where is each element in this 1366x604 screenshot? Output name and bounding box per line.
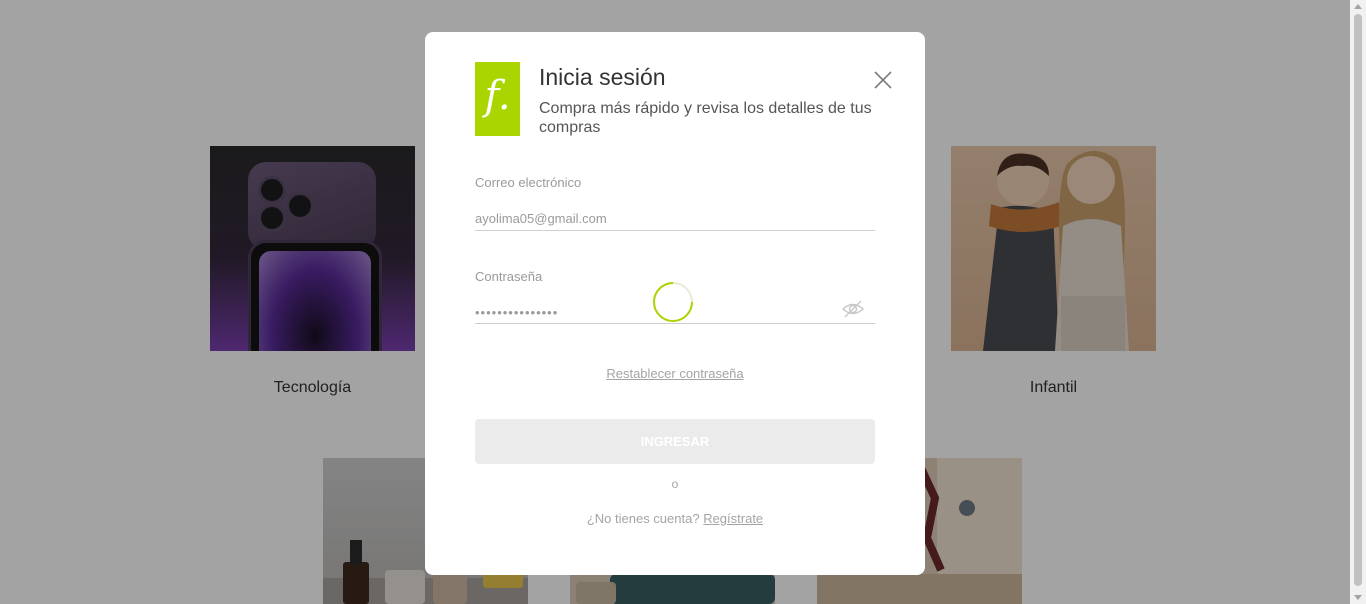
email-label: Correo electrónico: [475, 175, 582, 190]
scroll-up-arrow-icon[interactable]: [1354, 4, 1362, 9]
login-modal: f. Inicia sesión Compra más rápido y rev…: [425, 32, 925, 575]
password-value: •••••••••••••••: [475, 305, 559, 320]
modal-title: Inicia sesión: [539, 64, 666, 90]
email-field[interactable]: [475, 206, 875, 231]
signup-prompt: ¿No tienes cuenta?: [586, 511, 700, 526]
reset-password-row: Restablecer contraseña: [425, 365, 925, 383]
signup-link[interactable]: Regístrate: [703, 511, 763, 526]
login-button[interactable]: INGRESAR: [475, 419, 875, 464]
scroll-down-arrow-icon[interactable]: [1354, 595, 1362, 600]
modal-subtitle: Compra más rápido y revisa los detalles …: [539, 100, 872, 136]
brand-logo-mark: f.: [484, 73, 511, 119]
close-icon[interactable]: [871, 68, 895, 92]
reset-password-link[interactable]: Restablecer contraseña: [606, 366, 743, 381]
password-label: Contraseña: [475, 269, 543, 284]
or-separator: o: [671, 477, 679, 491]
loading-spinner-icon: [653, 282, 693, 322]
eye-off-icon[interactable]: [841, 298, 865, 320]
signup-row: ¿No tienes cuenta? Regístrate: [425, 511, 925, 526]
brand-logo: f.: [475, 62, 520, 136]
page-scrollbar[interactable]: [1350, 0, 1366, 604]
scrollbar-thumb[interactable]: [1354, 14, 1362, 586]
